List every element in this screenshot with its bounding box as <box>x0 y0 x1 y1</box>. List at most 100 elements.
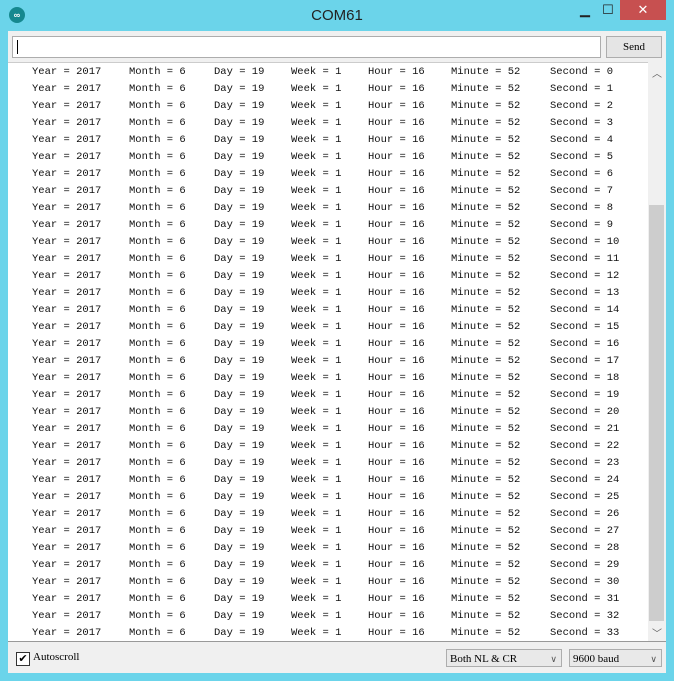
output-field: Day = 19 <box>214 406 265 418</box>
output-field: Hour = 16 <box>368 117 425 129</box>
output-field: Minute = 52 <box>451 576 521 588</box>
output-field: Minute = 52 <box>451 338 521 350</box>
output-line: Year = 2017 Month = 6 Day = 19 Week = 1 Hour… <box>8 404 648 421</box>
output-line: Year = 2017 Month = 6 Day = 19 Week = 1 Hour… <box>8 557 648 574</box>
serial-input[interactable] <box>12 36 601 58</box>
output-field-second: Second = 3 <box>550 117 614 129</box>
maximize-button[interactable]: ☐ <box>596 0 620 20</box>
output-line: Year = 2017 Month = 6 Day = 19 Week = 1 Hour… <box>8 64 648 81</box>
output-field: Month = 6 <box>129 491 186 503</box>
output-field: Minute = 52 <box>451 287 521 299</box>
output-line: Year = 2017 Month = 6 Day = 19 Week = 1 Hour… <box>8 523 648 540</box>
output-field-second: Second = 24 <box>550 474 620 486</box>
output-field-second: Second = 9 <box>550 219 614 231</box>
output-field: Month = 6 <box>129 423 186 435</box>
output-field: Hour = 16 <box>368 389 425 401</box>
output-field: Hour = 16 <box>368 236 425 248</box>
output-field: Month = 6 <box>129 389 186 401</box>
output-line: Year = 2017 Month = 6 Day = 19 Week = 1 Hour… <box>8 115 648 132</box>
output-field: Week = 1 <box>291 185 342 197</box>
output-field: Year = 2017 <box>32 474 102 486</box>
scrollbar-thumb[interactable] <box>649 205 664 621</box>
output-field-second: Second = 4 <box>550 134 614 146</box>
output-field: Minute = 52 <box>451 491 521 503</box>
output-field: Month = 6 <box>129 508 186 520</box>
output-field-second: Second = 6 <box>550 168 614 180</box>
output-field: Hour = 16 <box>368 372 425 384</box>
output-field: Day = 19 <box>214 508 265 520</box>
output-field: Year = 2017 <box>32 491 102 503</box>
output-field: Year = 2017 <box>32 134 102 146</box>
send-button[interactable]: Send <box>606 36 662 58</box>
output-field: Hour = 16 <box>368 287 425 299</box>
output-field-second: Second = 28 <box>550 542 620 554</box>
output-field: Minute = 52 <box>451 185 521 197</box>
output-line: Year = 2017 Month = 6 Day = 19 Week = 1 Hour… <box>8 421 648 438</box>
autoscroll-checkbox[interactable]: ✔ <box>16 652 30 666</box>
output-line: Year = 2017 Month = 6 Day = 19 Week = 1 Hour… <box>8 336 648 353</box>
output-field: Hour = 16 <box>368 253 425 265</box>
line-ending-select[interactable]: Both NL & CR ∨ <box>446 649 562 667</box>
minimize-button[interactable]: ▁ <box>573 0 597 20</box>
output-field: Minute = 52 <box>451 134 521 146</box>
output-field-second: Second = 33 <box>550 627 620 639</box>
scroll-down-arrow-icon[interactable]: ﹀ <box>648 625 666 640</box>
output-field: Week = 1 <box>291 219 342 231</box>
output-field: Hour = 16 <box>368 83 425 95</box>
output-line: Year = 2017 Month = 6 Day = 19 Week = 1 Hour… <box>8 489 648 506</box>
output-field: Day = 19 <box>214 185 265 197</box>
output-field: Minute = 52 <box>451 440 521 452</box>
close-button[interactable]: ✕ <box>620 0 666 20</box>
output-field: Month = 6 <box>129 440 186 452</box>
output-field: Hour = 16 <box>368 168 425 180</box>
serial-output[interactable]: Year = 2017 Month = 6 Day = 19 Week = 1 Hour… <box>8 62 648 641</box>
vertical-scrollbar[interactable]: ︿ ﹀ <box>648 62 666 640</box>
output-field-second: Second = 22 <box>550 440 620 452</box>
output-field: Month = 6 <box>129 372 186 384</box>
output-field: Month = 6 <box>129 321 186 333</box>
output-field: Day = 19 <box>214 491 265 503</box>
output-field: Week = 1 <box>291 134 342 146</box>
output-field: Day = 19 <box>214 100 265 112</box>
chevron-down-icon: ∨ <box>650 654 657 664</box>
output-field: Week = 1 <box>291 525 342 537</box>
output-field: Day = 19 <box>214 593 265 605</box>
output-field: Year = 2017 <box>32 423 102 435</box>
output-field: Month = 6 <box>129 525 186 537</box>
output-field: Hour = 16 <box>368 406 425 418</box>
output-line: Year = 2017 Month = 6 Day = 19 Week = 1 Hour… <box>8 540 648 557</box>
output-field-second: Second = 12 <box>550 270 620 282</box>
output-field: Hour = 16 <box>368 134 425 146</box>
output-field: Year = 2017 <box>32 457 102 469</box>
output-field: Hour = 16 <box>368 474 425 486</box>
output-field-second: Second = 13 <box>550 287 620 299</box>
output-line: Year = 2017 Month = 6 Day = 19 Week = 1 Hour… <box>8 217 648 234</box>
output-field: Week = 1 <box>291 202 342 214</box>
output-field: Month = 6 <box>129 83 186 95</box>
output-field: Minute = 52 <box>451 83 521 95</box>
output-field: Month = 6 <box>129 134 186 146</box>
output-field: Year = 2017 <box>32 559 102 571</box>
output-line: Year = 2017 Month = 6 Day = 19 Week = 1 Hour… <box>8 506 648 523</box>
output-field: Hour = 16 <box>368 219 425 231</box>
output-field: Year = 2017 <box>32 270 102 282</box>
scroll-up-arrow-icon[interactable]: ︿ <box>648 65 666 80</box>
output-line: Year = 2017 Month = 6 Day = 19 Week = 1 Hour… <box>8 132 648 149</box>
output-field: Day = 19 <box>214 66 265 78</box>
output-line: Year = 2017 Month = 6 Day = 19 Week = 1 Hour… <box>8 438 648 455</box>
output-field: Day = 19 <box>214 372 265 384</box>
output-field: Month = 6 <box>129 627 186 639</box>
output-field: Month = 6 <box>129 559 186 571</box>
output-field: Year = 2017 <box>32 610 102 622</box>
output-field: Year = 2017 <box>32 100 102 112</box>
output-field: Year = 2017 <box>32 253 102 265</box>
output-field: Week = 1 <box>291 117 342 129</box>
output-field: Day = 19 <box>214 440 265 452</box>
output-field: Month = 6 <box>129 253 186 265</box>
output-field: Week = 1 <box>291 593 342 605</box>
output-field: Year = 2017 <box>32 508 102 520</box>
output-field: Year = 2017 <box>32 117 102 129</box>
output-field: Hour = 16 <box>368 185 425 197</box>
baud-rate-select[interactable]: 9600 baud ∨ <box>569 649 662 667</box>
output-field: Day = 19 <box>214 287 265 299</box>
